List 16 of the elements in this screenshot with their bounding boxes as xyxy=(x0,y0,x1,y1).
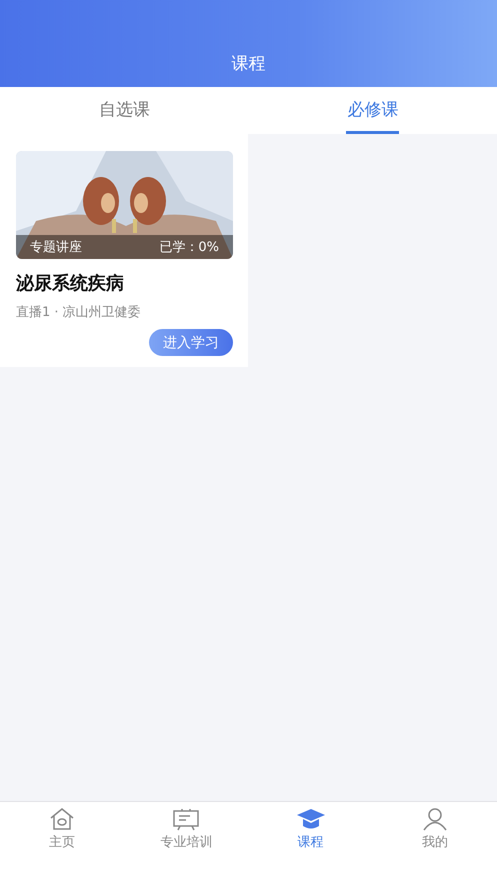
course-meta: 直播1 · 凉山州卫健委 xyxy=(16,304,142,321)
person-icon xyxy=(422,807,448,831)
home-icon xyxy=(49,807,76,831)
nav-item[interactable]: 课程 xyxy=(248,807,373,851)
category-label: 专题讲座 xyxy=(30,239,82,256)
nav-item[interactable]: 主页 xyxy=(0,807,124,851)
start-learning-button[interactable]: 进入学习 xyxy=(149,329,233,356)
course-title: 泌尿系统疾病 xyxy=(16,272,125,295)
progress-label: 已学：0% xyxy=(159,239,219,256)
nav-item[interactable]: 专业培训 xyxy=(124,807,248,851)
course-tab[interactable]: 自选课 xyxy=(98,87,151,134)
page-title: 课程 xyxy=(232,53,266,75)
graduation-cap-icon xyxy=(296,807,326,831)
nav-item[interactable]: 我的 xyxy=(372,807,497,851)
board-icon xyxy=(172,807,200,831)
course-tab[interactable]: 必修课 xyxy=(346,87,400,134)
